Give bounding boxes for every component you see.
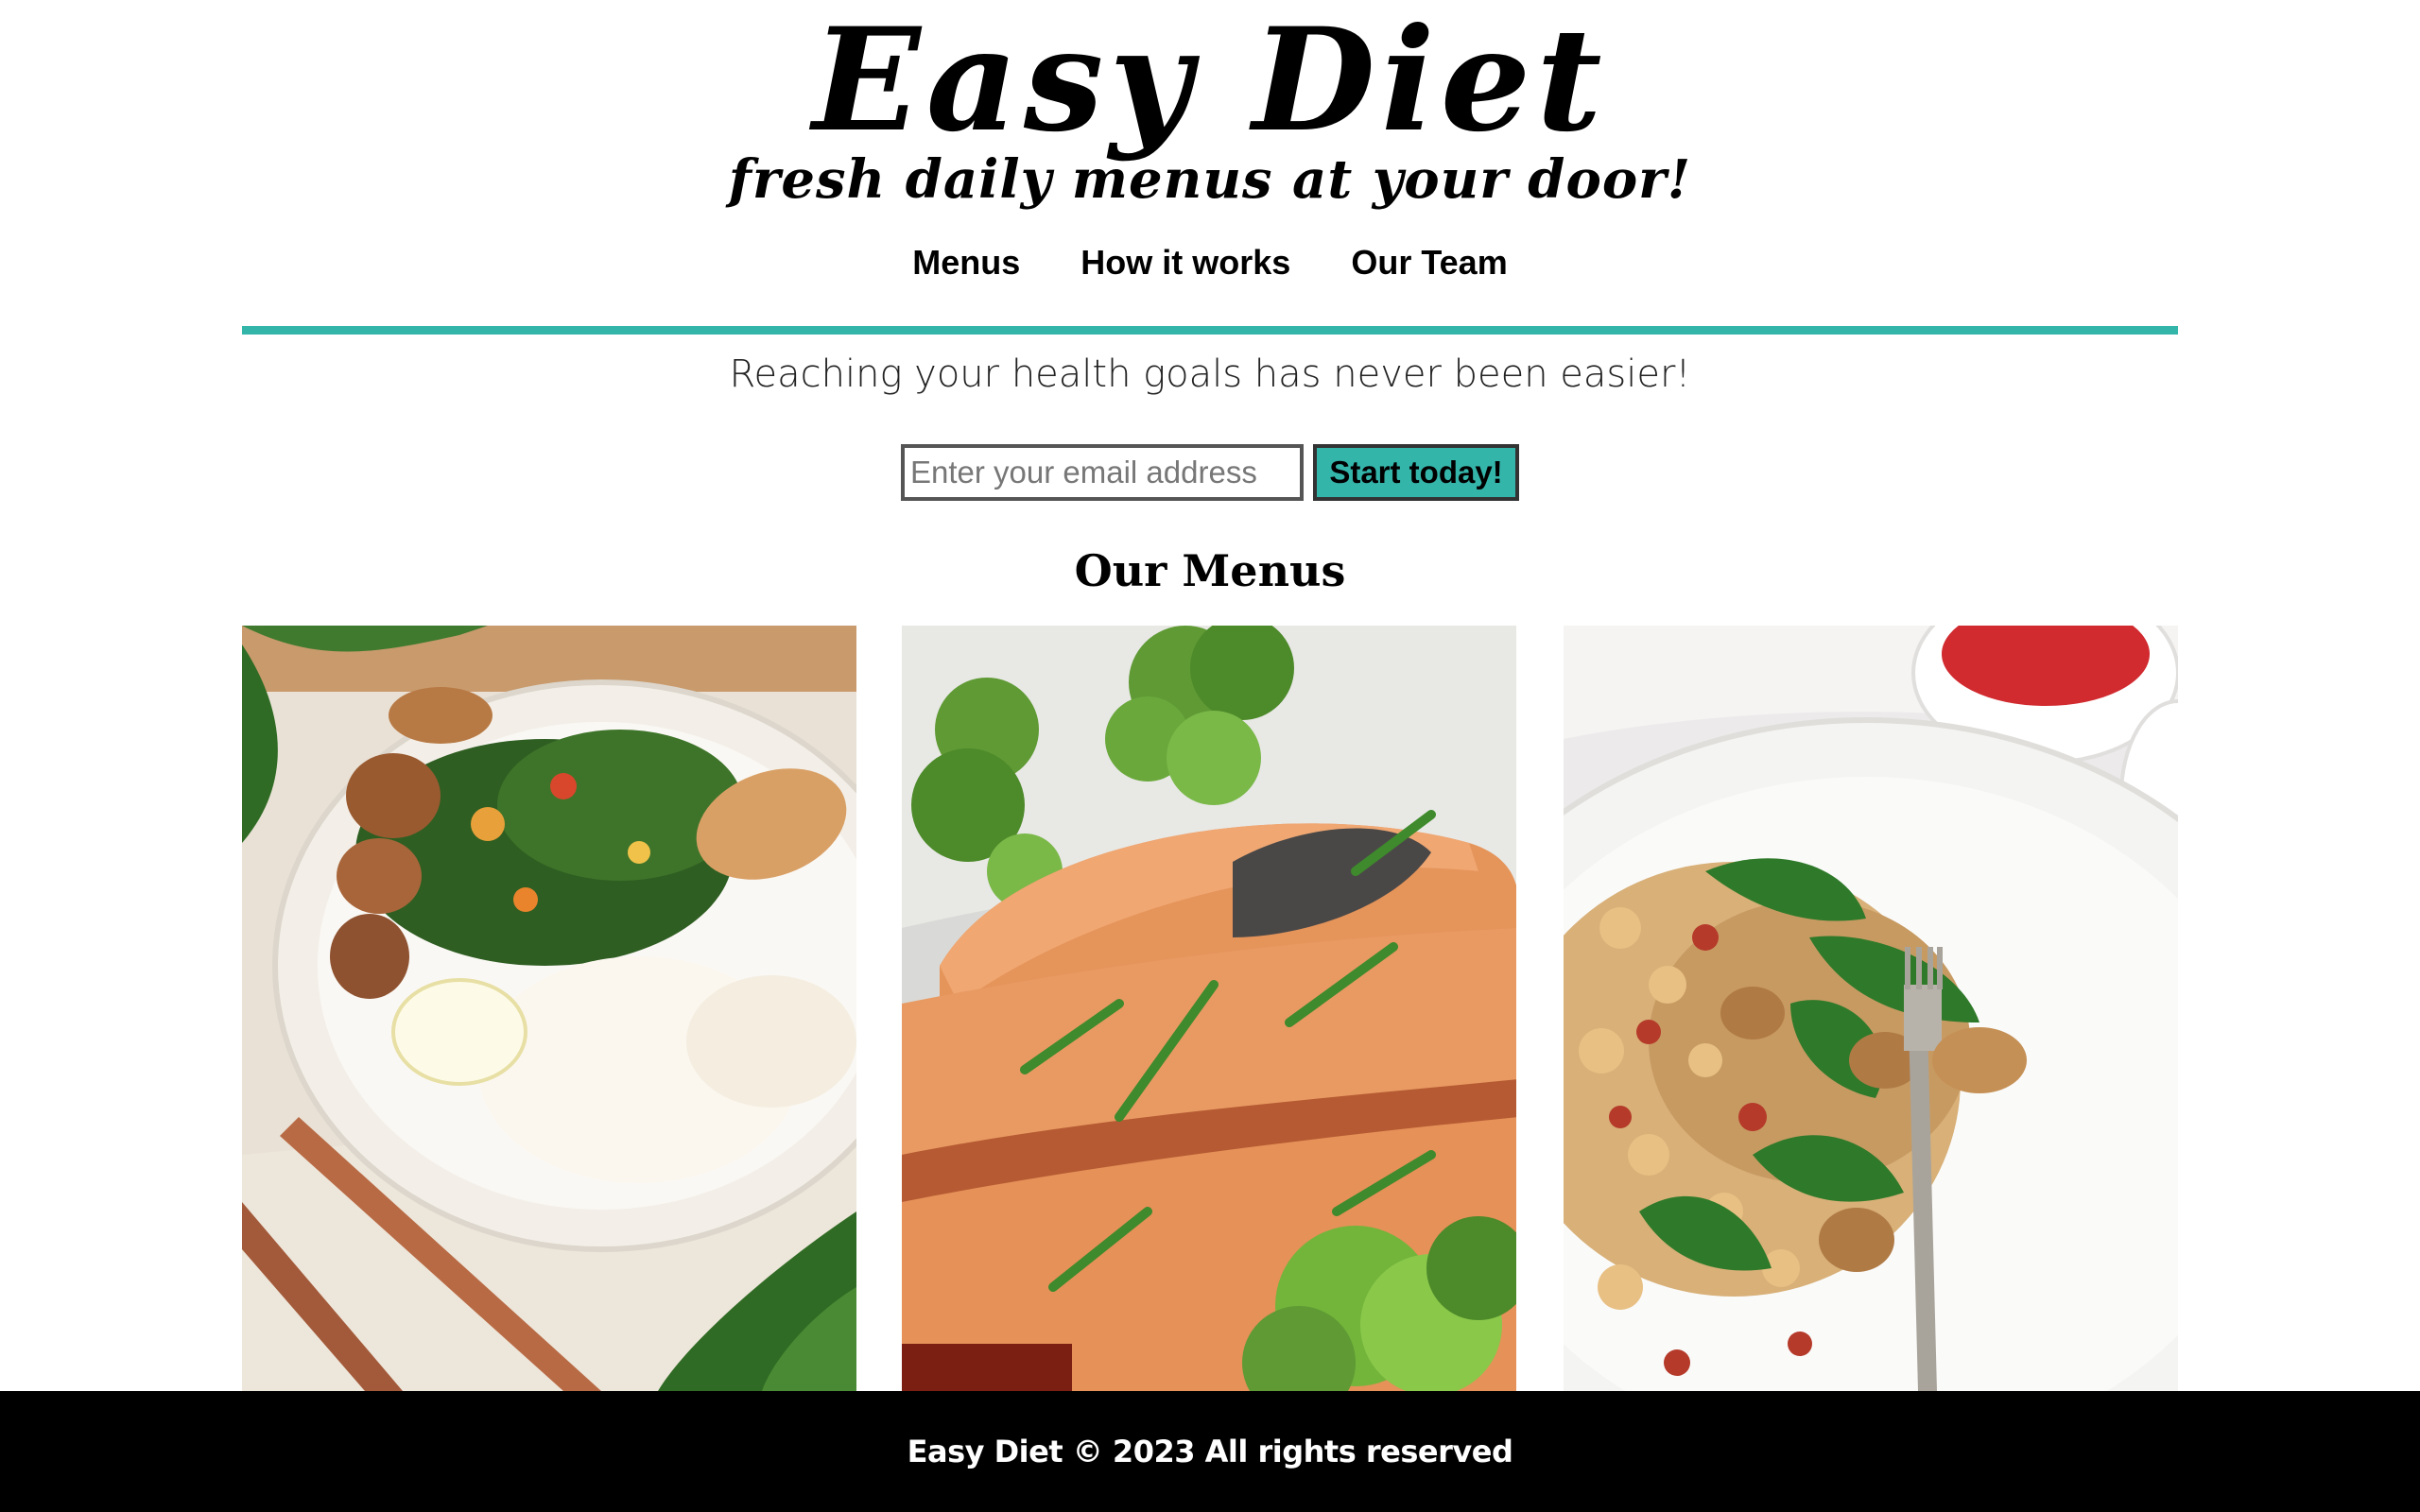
signup-form: Start today! [0,444,2420,503]
footer-copyright: Easy Diet © 2023 All rights reserved [907,1434,1513,1469]
fish-plate-image [242,626,856,1391]
menu-card-fish[interactable] [242,626,856,1391]
nav-item-our-team[interactable]: Our Team [1351,243,1507,283]
menus-section-title: Our Menus [1074,545,1346,596]
menu-card-salmon[interactable] [902,626,1516,1391]
brand-logo-title: Easy Diet [812,0,1608,163]
nav-item-menus[interactable]: Menus [912,243,1020,283]
salad-plate-image [1564,626,2178,1391]
salmon-plate-image [902,626,1516,1391]
main-nav: Menus How it works Our Team [0,236,2420,289]
start-today-button[interactable]: Start today! [1313,444,1519,501]
accent-divider [242,326,2178,335]
hero-subtitle: Reaching your health goals has never bee… [729,352,1691,396]
menu-card-salad[interactable] [1564,626,2178,1391]
site-footer: Easy Diet © 2023 All rights reserved [0,1391,2420,1512]
nav-item-how-it-works[interactable]: How it works [1080,243,1290,283]
menu-cards [242,626,2178,1391]
brand-tagline: fresh daily menus at your door! [728,148,1692,211]
email-input[interactable] [901,444,1304,501]
